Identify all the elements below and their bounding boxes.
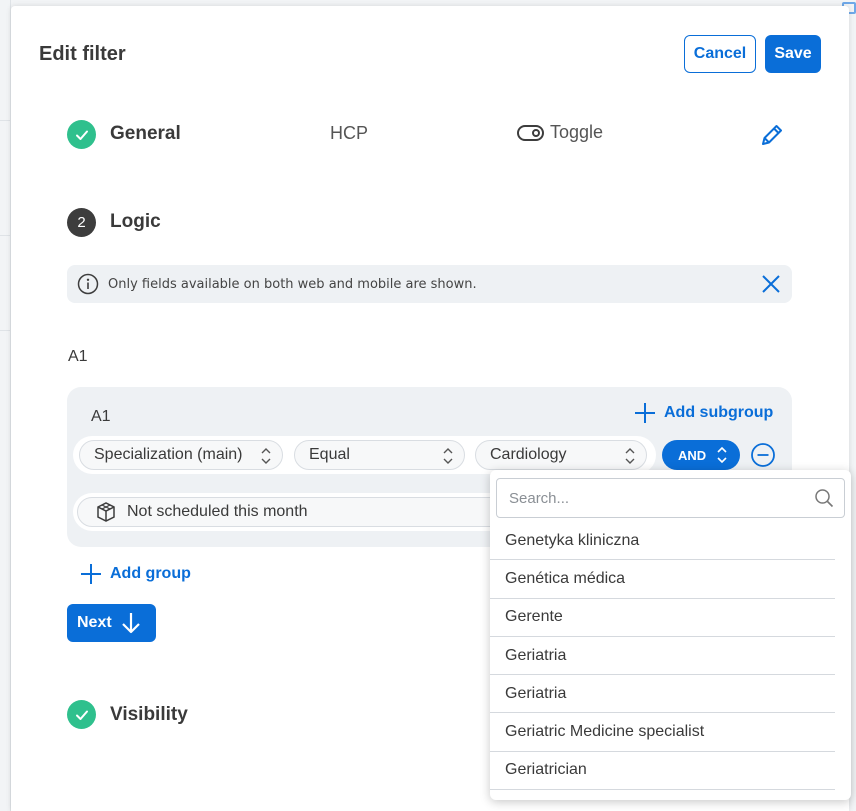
dropdown-search-input[interactable]: Search... bbox=[496, 478, 845, 518]
pencil-icon[interactable] bbox=[759, 122, 785, 148]
info-message: Only fields available on both web and mo… bbox=[108, 276, 477, 292]
search-placeholder: Search... bbox=[509, 489, 570, 507]
cancel-button[interactable]: Cancel bbox=[684, 35, 756, 73]
group-label: A1 bbox=[91, 408, 111, 425]
dropdown-option[interactable]: Gerente bbox=[490, 599, 835, 637]
saved-condition-label: Not scheduled this month bbox=[127, 503, 308, 520]
save-button[interactable]: Save bbox=[765, 35, 821, 73]
next-button[interactable]: Next bbox=[67, 604, 156, 642]
next-label: Next bbox=[77, 614, 112, 631]
chevron-updown-icon bbox=[261, 448, 271, 464]
add-subgroup-button[interactable]: Add subgroup bbox=[634, 402, 773, 424]
cube-icon bbox=[97, 502, 115, 522]
dialog-title: Edit filter bbox=[39, 43, 126, 65]
general-type-label: Toggle bbox=[550, 122, 604, 142]
chevron-updown-icon bbox=[625, 448, 635, 464]
dropdown-option-list: Genetyka kliniczna Genética médica Geren… bbox=[490, 522, 851, 791]
chevron-updown-icon bbox=[443, 448, 453, 464]
saved-condition-select[interactable]: Not scheduled this month bbox=[77, 497, 507, 527]
value-dropdown: Search... Genetyka kliniczna Genética mé… bbox=[490, 470, 851, 800]
toggle-icon bbox=[517, 124, 544, 141]
search-icon bbox=[815, 489, 834, 508]
field-select[interactable]: Specialization (main) bbox=[79, 440, 283, 470]
dropdown-option[interactable]: Geriatrician bbox=[490, 752, 835, 791]
value-select-value: Cardiology bbox=[490, 446, 567, 463]
info-icon bbox=[77, 273, 99, 295]
arrow-down-icon bbox=[121, 613, 140, 634]
general-type: Toggle bbox=[517, 122, 603, 143]
add-group-button[interactable]: Add group bbox=[80, 563, 191, 585]
plus-icon bbox=[81, 564, 101, 584]
general-complete-icon bbox=[67, 120, 96, 149]
remove-rule-icon[interactable] bbox=[750, 442, 776, 468]
field-select-value: Specialization (main) bbox=[94, 446, 243, 463]
visibility-complete-icon bbox=[67, 700, 96, 729]
chevron-updown-icon bbox=[717, 446, 727, 464]
operator-select-value: Equal bbox=[309, 446, 350, 463]
dropdown-option[interactable]: Genetyka kliniczna bbox=[490, 522, 835, 561]
dropdown-option[interactable]: Geriatria bbox=[490, 637, 835, 676]
step-visibility-label: Visibility bbox=[110, 704, 188, 725]
dropdown-option[interactable]: Geriatria bbox=[490, 675, 835, 714]
step-logic-label: Logic bbox=[110, 211, 161, 232]
step-general-label: General bbox=[110, 123, 181, 144]
logic-expression-label: A1 bbox=[68, 348, 88, 365]
rule-row: Specialization (main) Equal Cardiology bbox=[73, 436, 656, 474]
operator-select[interactable]: Equal bbox=[294, 440, 465, 470]
close-icon[interactable] bbox=[760, 273, 782, 295]
info-banner: Only fields available on both web and mo… bbox=[67, 265, 792, 303]
add-group-label: Add group bbox=[110, 565, 191, 582]
dropdown-option[interactable]: Geriatric Medicine specialist bbox=[490, 713, 835, 752]
rule-row-2: Not scheduled this month bbox=[73, 493, 513, 531]
value-select[interactable]: Cardiology bbox=[475, 440, 647, 470]
general-object-value: HCP bbox=[330, 123, 369, 143]
connector-value: AND bbox=[678, 447, 707, 463]
plus-icon bbox=[635, 403, 655, 423]
dropdown-option[interactable]: Genética médica bbox=[490, 560, 835, 599]
add-subgroup-label: Add subgroup bbox=[664, 404, 774, 421]
step-number-badge: 2 bbox=[67, 208, 96, 237]
connector-select[interactable]: AND bbox=[662, 440, 740, 470]
